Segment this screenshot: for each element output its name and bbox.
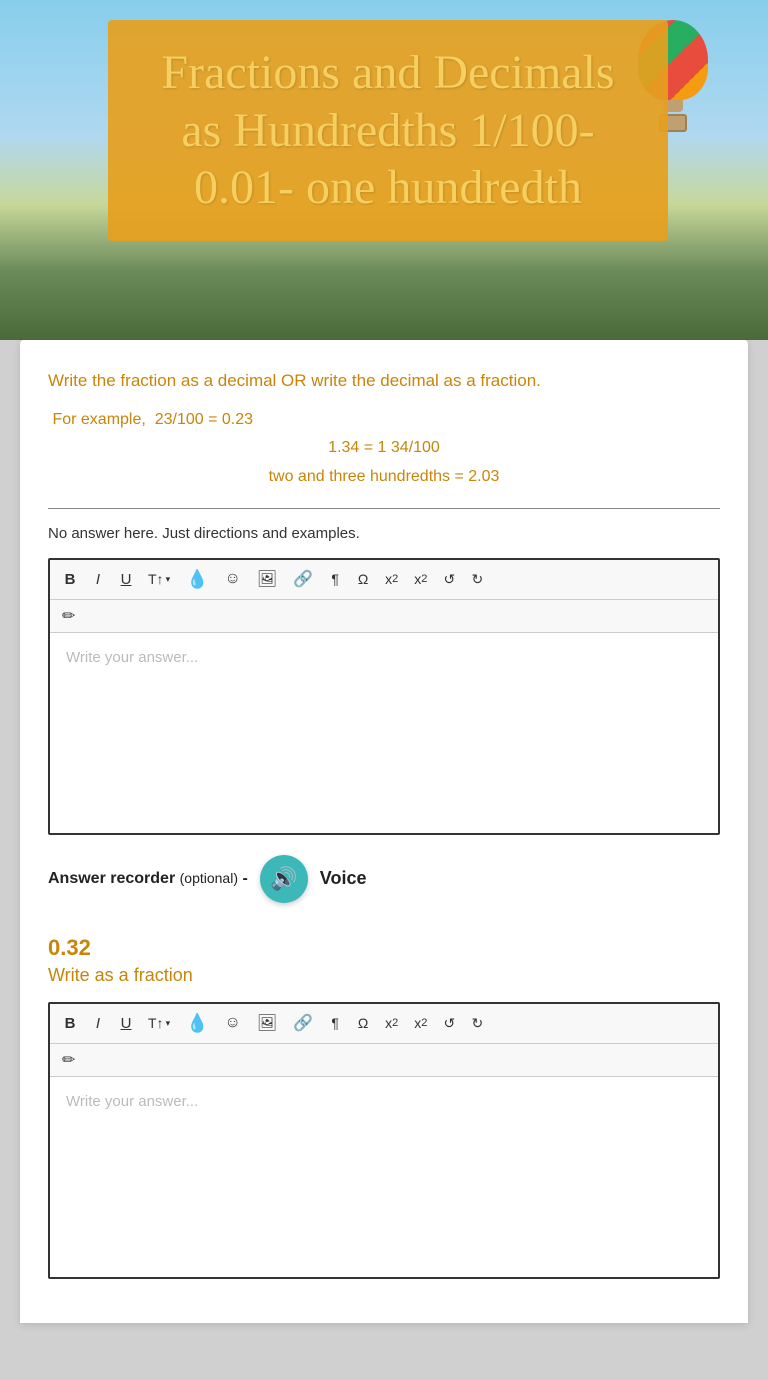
content-card: Write the fraction as a decimal OR write…	[20, 340, 748, 1323]
subscript-button-1[interactable]: x2	[379, 568, 404, 590]
underline-button-1[interactable]: U	[114, 568, 138, 591]
emoji-button-2[interactable]: ☺	[219, 1011, 247, 1035]
toolbar-2: B I U T↑▾ 💧 ☺ 🖼 🔗 ¶ Ω x2 x2 ↺ ↻	[50, 1004, 718, 1044]
eraser-button-1[interactable]: ✏	[58, 604, 79, 628]
paragraph-button-2[interactable]: ¶	[323, 1012, 347, 1034]
recorder-label: Answer recorder (optional) -	[48, 870, 248, 888]
omega-button-1[interactable]: Ω	[351, 568, 375, 590]
voice-label: Voice	[320, 868, 367, 889]
editor-2: B I U T↑▾ 💧 ☺ 🖼 🔗 ¶ Ω x2 x2 ↺ ↻ ✏ Write …	[48, 1002, 720, 1279]
redo-button-2[interactable]: ↻	[465, 1012, 489, 1035]
font-size-button-1[interactable]: T↑▾	[142, 568, 176, 590]
redo-button-1[interactable]: ↻	[465, 568, 489, 591]
emoji-button-1[interactable]: ☺	[219, 567, 247, 591]
underline-button-2[interactable]: U	[114, 1012, 138, 1035]
link-button-2[interactable]: 🔗	[287, 1010, 319, 1036]
hero-section: Fractions and Decimals as Hundredths 1/1…	[0, 0, 768, 340]
question-1-prompt: Write as a fraction	[48, 965, 720, 986]
title-card: Fractions and Decimals as Hundredths 1/1…	[108, 20, 668, 241]
example-line-1: For example, 23/100 = 0.23	[48, 406, 720, 435]
italic-button-2[interactable]: I	[86, 1012, 110, 1035]
toolbar-1: B I U T↑▾ 💧 ☺ 🖼 🔗 ¶ Ω x2 x2 ↺ ↻	[50, 560, 718, 600]
italic-button-1[interactable]: I	[86, 568, 110, 591]
voice-record-button[interactable]: 🔊	[260, 855, 308, 903]
question-1-value: 0.32	[48, 935, 720, 961]
bold-button-2[interactable]: B	[58, 1012, 82, 1035]
omega-button-2[interactable]: Ω	[351, 1012, 375, 1034]
undo-button-2[interactable]: ↺	[437, 1012, 461, 1035]
superscript-button-1[interactable]: x2	[408, 568, 433, 590]
question-1-section: 0.32 Write as a fraction B I U T↑▾ 💧 ☺ 🖼…	[48, 935, 720, 1279]
recorder-section: Answer recorder (optional) - 🔊 Voice	[48, 855, 720, 903]
image-button-1[interactable]: 🖼	[251, 566, 283, 592]
example-line-3: two and three hundredths = 2.03	[48, 463, 720, 492]
image-button-2[interactable]: 🖼	[251, 1010, 283, 1036]
subscript-button-2[interactable]: x2	[379, 1012, 404, 1034]
bold-button-1[interactable]: B	[58, 568, 82, 591]
answer-input-1[interactable]: Write your answer...	[50, 633, 718, 833]
color-button-1[interactable]: 💧	[180, 566, 214, 593]
toolbar-row2-1: ✏	[50, 600, 718, 633]
font-size-button-2[interactable]: T↑▾	[142, 1012, 176, 1034]
color-button-2[interactable]: 💧	[180, 1010, 214, 1037]
editor-1: B I U T↑▾ 💧 ☺ 🖼 🔗 ¶ Ω x2 x2 ↺ ↻ ✏ Write …	[48, 558, 720, 835]
no-answer-notice: No answer here. Just directions and exam…	[48, 525, 720, 542]
eraser-button-2[interactable]: ✏	[58, 1048, 79, 1072]
directions-text: Write the fraction as a decimal OR write…	[48, 368, 720, 394]
page-title: Fractions and Decimals as Hundredths 1/1…	[140, 44, 636, 217]
superscript-button-2[interactable]: x2	[408, 1012, 433, 1034]
divider	[48, 508, 720, 509]
toolbar-row2-2: ✏	[50, 1044, 718, 1077]
answer-input-2[interactable]: Write your answer...	[50, 1077, 718, 1277]
example-line-2: 1.34 = 1 34/100	[48, 434, 720, 463]
undo-button-1[interactable]: ↺	[437, 568, 461, 591]
paragraph-button-1[interactable]: ¶	[323, 568, 347, 590]
link-button-1[interactable]: 🔗	[287, 566, 319, 592]
